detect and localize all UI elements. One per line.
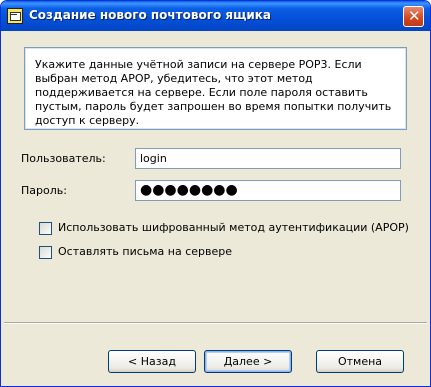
close-icon: ✕ <box>408 7 421 25</box>
keep-mail-label[interactable]: Оставлять письма на сервере <box>58 245 232 258</box>
apop-label[interactable]: Использовать шифрованный метод аутентифи… <box>58 221 409 234</box>
back-button[interactable]: < Назад <box>108 350 196 373</box>
cancel-button[interactable]: Отмена <box>316 350 404 373</box>
password-label: Пароль: <box>21 184 67 197</box>
dialog-window: Создание нового почтового ящика ✕ Укажит… <box>0 0 431 387</box>
info-panel: Укажите данные учётной записи на сервере… <box>24 47 407 130</box>
title-bar[interactable]: Создание нового почтового ящика ✕ <box>1 1 430 31</box>
close-button[interactable]: ✕ <box>403 6 424 27</box>
next-button[interactable]: Далее > <box>204 350 292 373</box>
apop-checkbox[interactable] <box>39 222 52 235</box>
separator <box>4 322 427 324</box>
keep-mail-checkbox[interactable] <box>39 246 52 259</box>
window-title: Создание нового почтового ящика <box>29 8 272 22</box>
user-input[interactable]: login <box>135 148 401 169</box>
mail-app-icon <box>7 8 23 24</box>
password-input[interactable]: ●●●●●●●● <box>135 180 401 201</box>
user-label: Пользователь: <box>21 152 106 165</box>
info-text: Укажите данные учётной записи на сервере… <box>35 58 392 127</box>
dialog-content: Укажите данные учётной записи на сервере… <box>4 31 427 384</box>
